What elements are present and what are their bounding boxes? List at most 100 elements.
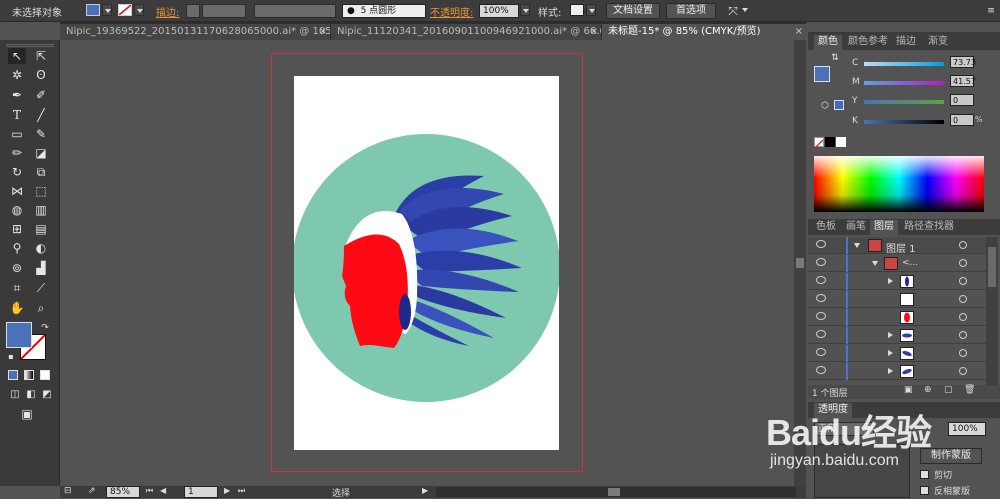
last-artboard-icon[interactable]: ⏭	[238, 486, 245, 496]
artboard-tool-icon[interactable]: ⌗	[8, 280, 26, 296]
layer-name[interactable]: 图层 1	[886, 240, 916, 255]
new-layer-icon[interactable]: ▢	[944, 385, 953, 395]
target-circle-icon[interactable]	[959, 277, 967, 285]
swap-colors-icon[interactable]: ⇅	[826, 50, 844, 66]
tab-brushes[interactable]: 画笔	[842, 220, 870, 235]
share-icon[interactable]: ⇗	[88, 486, 96, 496]
hand-tool-icon[interactable]: ✋	[8, 300, 26, 316]
eyedropper-tool-icon[interactable]: ⚲	[8, 240, 26, 256]
clip-checkbox[interactable]	[920, 470, 929, 479]
layer-row-item[interactable]	[808, 309, 986, 326]
slice-tool-icon[interactable]: ⟋	[32, 280, 50, 296]
layer-row-group[interactable]: <...	[808, 255, 986, 272]
visibility-eye-icon[interactable]	[816, 366, 826, 374]
opacity-dropdown[interactable]	[520, 4, 530, 16]
stroke-dropdown[interactable]	[134, 4, 144, 16]
magic-wand-tool-icon[interactable]: ✲	[8, 67, 26, 83]
close-icon[interactable]: ×	[590, 24, 598, 39]
scale-tool-icon[interactable]: ⧉	[32, 164, 50, 180]
cyan-slider[interactable]	[864, 62, 944, 66]
target-circle-icon[interactable]	[959, 259, 967, 267]
color-spectrum[interactable]	[814, 156, 984, 212]
none-swatch[interactable]	[814, 137, 824, 149]
layers-scrollbar[interactable]	[986, 237, 998, 385]
scrollbar-thumb[interactable]	[988, 247, 996, 287]
panel-fill-swatch[interactable]	[814, 66, 830, 82]
target-circle-icon[interactable]	[959, 241, 967, 249]
graphic-style-swatch[interactable]	[570, 4, 584, 16]
arrange-dropdown[interactable]	[740, 4, 750, 16]
shape-builder-tool-icon[interactable]: ◍	[8, 202, 26, 218]
expand-triangle-icon[interactable]	[872, 261, 878, 266]
rectangle-tool-icon[interactable]: ▭	[8, 126, 26, 142]
close-icon[interactable]: ×	[795, 24, 803, 39]
native-chief-illustration[interactable]	[292, 76, 560, 450]
tab-color-guide[interactable]: 颜色参考	[844, 35, 892, 50]
perspective-grid-tool-icon[interactable]: ▥	[32, 202, 50, 218]
white-swatch[interactable]	[836, 137, 846, 147]
visibility-eye-icon[interactable]	[816, 240, 826, 248]
paintbrush-tool-icon[interactable]: ✎	[32, 126, 50, 142]
pencil-tool-icon[interactable]: ✏	[8, 145, 26, 161]
target-circle-icon[interactable]	[959, 367, 967, 375]
opacity-field[interactable]: 100%	[479, 4, 519, 18]
tab-document-1[interactable]: Nipic_19369522_20150131170628065000.ai* …	[60, 24, 330, 40]
fill-dropdown[interactable]	[102, 4, 112, 16]
free-transform-tool-icon[interactable]: ⬚	[32, 183, 50, 199]
layer-row-1[interactable]: 图层 1	[808, 237, 986, 255]
expand-triangle-icon[interactable]	[854, 243, 860, 248]
width-tool-icon[interactable]: ⋈	[8, 183, 26, 199]
expand-triangle-icon[interactable]	[888, 332, 893, 338]
horizontal-scrollbar[interactable]	[436, 487, 796, 497]
symbol-sprayer-tool-icon[interactable]: ⊚	[8, 260, 26, 276]
close-icon[interactable]: ×	[319, 24, 327, 39]
eraser-tool-icon[interactable]: ◪	[32, 145, 50, 161]
layer-row-item[interactable]	[808, 363, 986, 380]
make-clipping-mask-icon[interactable]: ▣	[904, 385, 913, 395]
expand-triangle-icon[interactable]	[888, 278, 893, 284]
tab-color[interactable]: 颜色	[814, 35, 842, 50]
selection-tool-icon[interactable]: ↖	[8, 48, 26, 64]
black-value[interactable]: 0	[950, 114, 974, 126]
visibility-eye-icon[interactable]	[816, 276, 826, 284]
layer-row-item[interactable]	[808, 345, 986, 362]
target-circle-icon[interactable]	[959, 331, 967, 339]
line-tool-icon[interactable]: ╱	[32, 107, 50, 123]
zoom-tool-icon[interactable]: ⌕	[32, 300, 50, 316]
yellow-value[interactable]: 0	[950, 94, 974, 106]
visibility-eye-icon[interactable]	[816, 348, 826, 356]
mesh-tool-icon[interactable]: ⊞	[8, 221, 26, 237]
zoom-field[interactable]: 85%	[106, 486, 140, 498]
visibility-eye-icon[interactable]	[816, 330, 826, 338]
transparency-opacity-field[interactable]: 100%	[948, 422, 986, 436]
next-artboard-icon[interactable]: ▶	[224, 486, 230, 495]
black-slider[interactable]	[864, 120, 944, 124]
fill-swatch[interactable]	[86, 4, 100, 16]
tab-document-3[interactable]: 未标题-15* @ 85% (CMYK/预览) ×	[602, 24, 806, 40]
visibility-eye-icon[interactable]	[816, 294, 826, 302]
target-circle-icon[interactable]	[959, 313, 967, 321]
stroke-weight-field[interactable]	[202, 4, 246, 18]
visibility-eye-icon[interactable]	[816, 312, 826, 320]
expand-triangle-icon[interactable]	[888, 350, 893, 356]
yellow-slider[interactable]	[864, 100, 944, 104]
group-name[interactable]: <...	[902, 258, 918, 268]
draw-inside-icon[interactable]: ◩	[38, 386, 56, 402]
lasso-tool-icon[interactable]: ʘ	[32, 67, 50, 83]
panel-menu-icon[interactable]: ≡	[982, 3, 1000, 19]
variable-width-profile[interactable]	[254, 4, 336, 18]
column-graph-tool-icon[interactable]: ▟	[32, 260, 50, 276]
none-mode-icon[interactable]	[40, 370, 50, 380]
tab-swatches[interactable]: 色板	[812, 220, 840, 235]
status-menu-icon[interactable]: ▶	[422, 486, 428, 495]
stroke-swatch[interactable]	[118, 4, 132, 16]
expand-triangle-icon[interactable]	[888, 368, 893, 374]
previous-artboard-icon[interactable]: ◀	[160, 486, 166, 495]
layer-row-item[interactable]	[808, 273, 986, 290]
magenta-slider[interactable]	[864, 81, 944, 85]
tab-pathfinder[interactable]: 路径查找器	[900, 220, 958, 235]
tab-stroke[interactable]: 描边	[892, 35, 920, 50]
stroke-label[interactable]: 描边:	[156, 4, 179, 19]
swap-colors-icon[interactable]: ↷	[36, 320, 54, 336]
target-circle-icon[interactable]	[959, 349, 967, 357]
